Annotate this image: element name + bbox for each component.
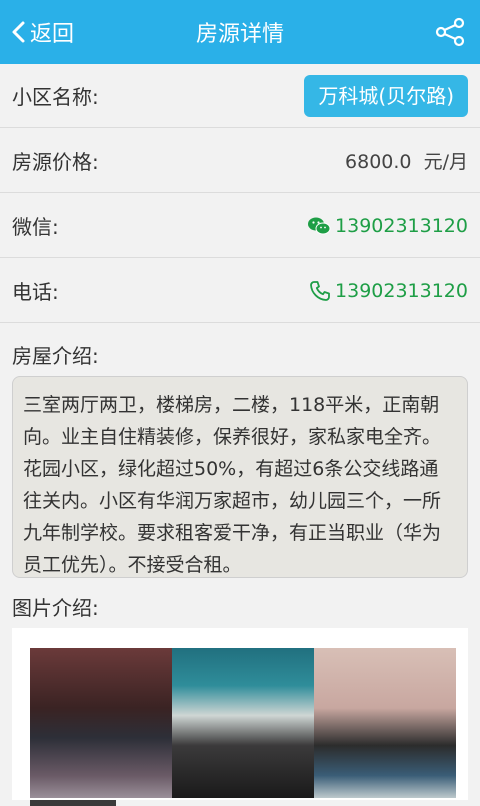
photo-partial[interactable] <box>30 800 116 806</box>
phone-icon <box>310 280 330 301</box>
wechat-label: 微信: <box>12 215 59 239</box>
wechat-number: 13902313120 <box>335 214 468 237</box>
phone-row: 电话: 13902313120 <box>0 259 480 323</box>
share-icon[interactable] <box>434 16 466 48</box>
community-label: 小区名称: <box>12 85 99 109</box>
page-title: 房源详情 <box>195 22 284 47</box>
photo-kitchen[interactable] <box>172 648 314 798</box>
chevron-left-icon <box>12 21 25 43</box>
photo-gallery <box>12 628 468 806</box>
community-tag[interactable]: 万科城(贝尔路) <box>304 74 468 117</box>
wechat-icon <box>308 217 331 234</box>
back-button[interactable]: 返回 <box>10 0 74 64</box>
price-value: 6800.0 元/月 <box>345 151 468 173</box>
back-label: 返回 <box>30 22 75 47</box>
intro-text: 三室两厅两卫，楼梯房，二楼，118平米，正南朝向。业主自住精装修，保养很好，家私… <box>12 376 468 578</box>
wechat-row: 微信: 13902313120 <box>0 194 480 258</box>
photo-living-room[interactable] <box>30 648 172 798</box>
top-bar: 返回 房源详情 <box>0 0 480 64</box>
photo-study-room[interactable] <box>314 648 456 798</box>
intro-label: 房屋介绍: <box>12 344 99 368</box>
community-row: 小区名称: 万科城(贝尔路) <box>0 64 480 128</box>
photos-label: 图片介绍: <box>12 596 99 620</box>
phone-label: 电话: <box>12 280 59 304</box>
phone-number: 13902313120 <box>335 279 468 302</box>
price-label: 房源价格: <box>12 150 99 174</box>
phone-contact[interactable]: 13902313120 <box>309 280 468 302</box>
wechat-contact[interactable]: 13902313120 <box>307 215 468 237</box>
price-row: 房源价格: 6800.0 元/月 <box>0 129 480 193</box>
